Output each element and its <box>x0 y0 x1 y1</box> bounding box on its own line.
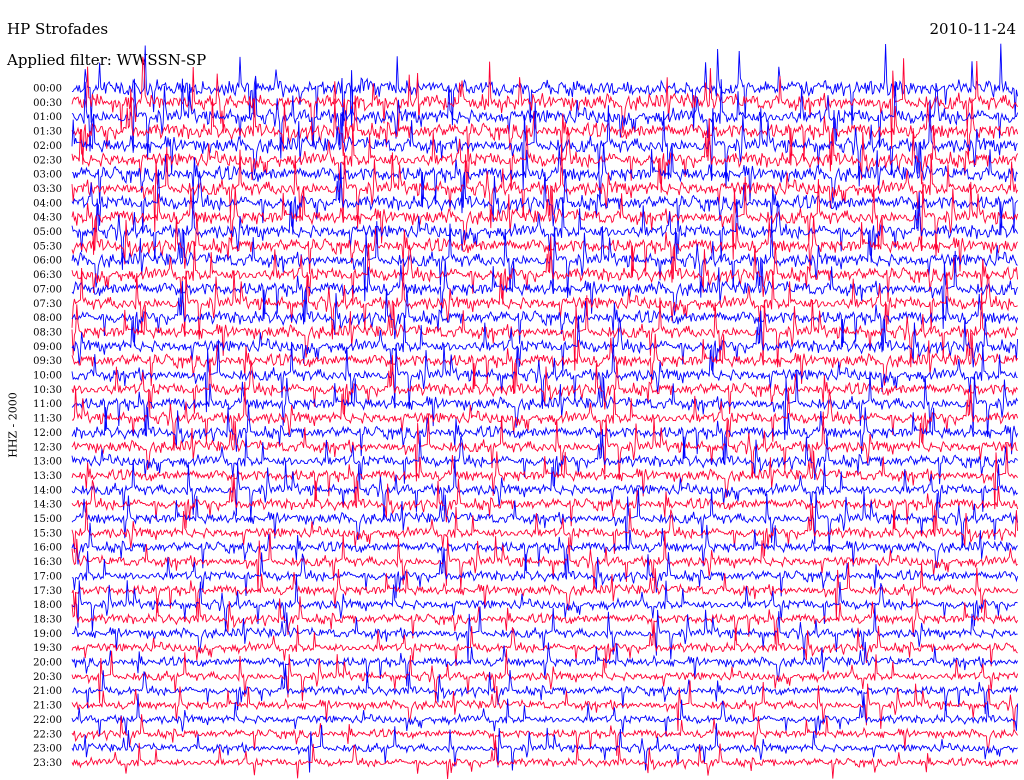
row-label-0000: 00:00 <box>33 84 62 95</box>
row-label-0500: 05:00 <box>33 227 62 238</box>
trace-2130 <box>71 680 1018 731</box>
row-label-0330: 03:30 <box>33 184 62 195</box>
row-label-0030: 00:30 <box>33 98 62 109</box>
row-label-0830: 08:30 <box>33 327 62 338</box>
row-label-1130: 11:30 <box>33 414 62 425</box>
trace-2030 <box>71 649 1019 704</box>
row-label-0100: 01:00 <box>33 112 62 123</box>
trace-0730 <box>71 263 1018 340</box>
row-label-1500: 15:00 <box>33 514 62 525</box>
row-label-1730: 17:30 <box>33 586 62 597</box>
row-label-0400: 04:00 <box>33 198 62 209</box>
row-label-1930: 19:30 <box>33 643 62 654</box>
row-label-1630: 16:30 <box>33 557 62 568</box>
trace-1400 <box>71 456 1018 521</box>
row-labels-group: 00:00 00:30 01:00 01:30 02:00 02:30 03:00 03:30… <box>33 84 62 769</box>
trace-1530 <box>71 500 1019 557</box>
row-label-1400: 14:00 <box>33 485 62 496</box>
row-label-2230: 22:30 <box>33 729 62 740</box>
trace-2300 <box>71 723 1018 773</box>
row-label-2100: 21:00 <box>33 686 62 697</box>
row-label-0300: 03:00 <box>33 170 62 181</box>
row-label-0900: 09:00 <box>33 342 62 353</box>
row-label-0600: 06:00 <box>33 256 62 267</box>
row-label-0530: 05:30 <box>33 241 62 252</box>
row-label-1330: 13:30 <box>33 471 62 482</box>
row-label-2300: 23:00 <box>33 744 62 755</box>
row-label-0730: 07:30 <box>33 299 62 310</box>
trace-1330 <box>71 443 1018 510</box>
trace-0500 <box>71 188 1019 270</box>
row-label-1000: 10:00 <box>33 371 62 382</box>
row-label-1530: 15:30 <box>33 528 62 539</box>
row-label-1800: 18:00 <box>33 600 62 611</box>
row-label-1830: 18:30 <box>33 614 62 625</box>
row-label-1600: 16:00 <box>33 543 62 554</box>
row-label-2200: 22:00 <box>33 715 62 726</box>
row-label-2330: 23:30 <box>33 758 62 769</box>
trace-1630 <box>71 530 1018 593</box>
trace-1500 <box>71 487 1019 551</box>
trace-1230 <box>71 411 1018 482</box>
row-label-1900: 19:00 <box>33 629 62 640</box>
row-label-0930: 09:30 <box>33 356 62 367</box>
row-label-0430: 04:30 <box>33 213 62 224</box>
helicorder-plot: 00:00 00:30 01:00 01:30 02:00 02:30 03:00 03:30… <box>33 43 1019 780</box>
traces-group <box>71 43 1019 780</box>
trace-1900 <box>71 604 1018 662</box>
row-label-0630: 06:30 <box>33 270 62 281</box>
row-label-1230: 12:30 <box>33 442 62 453</box>
row-label-1700: 17:00 <box>33 571 62 582</box>
trace-0130 <box>71 88 1019 172</box>
row-label-1430: 14:30 <box>33 500 62 511</box>
row-label-1100: 11:00 <box>33 399 62 410</box>
row-label-0200: 02:00 <box>33 141 62 152</box>
row-label-0700: 07:00 <box>33 284 62 295</box>
row-label-0130: 01:30 <box>33 127 62 138</box>
row-label-1200: 12:00 <box>33 428 62 439</box>
row-label-1030: 10:30 <box>33 385 62 396</box>
row-label-0800: 08:00 <box>33 313 62 324</box>
trace-2200 <box>71 693 1019 739</box>
row-label-2000: 20:00 <box>33 658 62 669</box>
row-label-2130: 21:30 <box>33 701 62 712</box>
row-label-1300: 13:00 <box>33 457 62 468</box>
row-label-2030: 20:30 <box>33 672 62 683</box>
row-label-0230: 02:30 <box>33 155 62 166</box>
